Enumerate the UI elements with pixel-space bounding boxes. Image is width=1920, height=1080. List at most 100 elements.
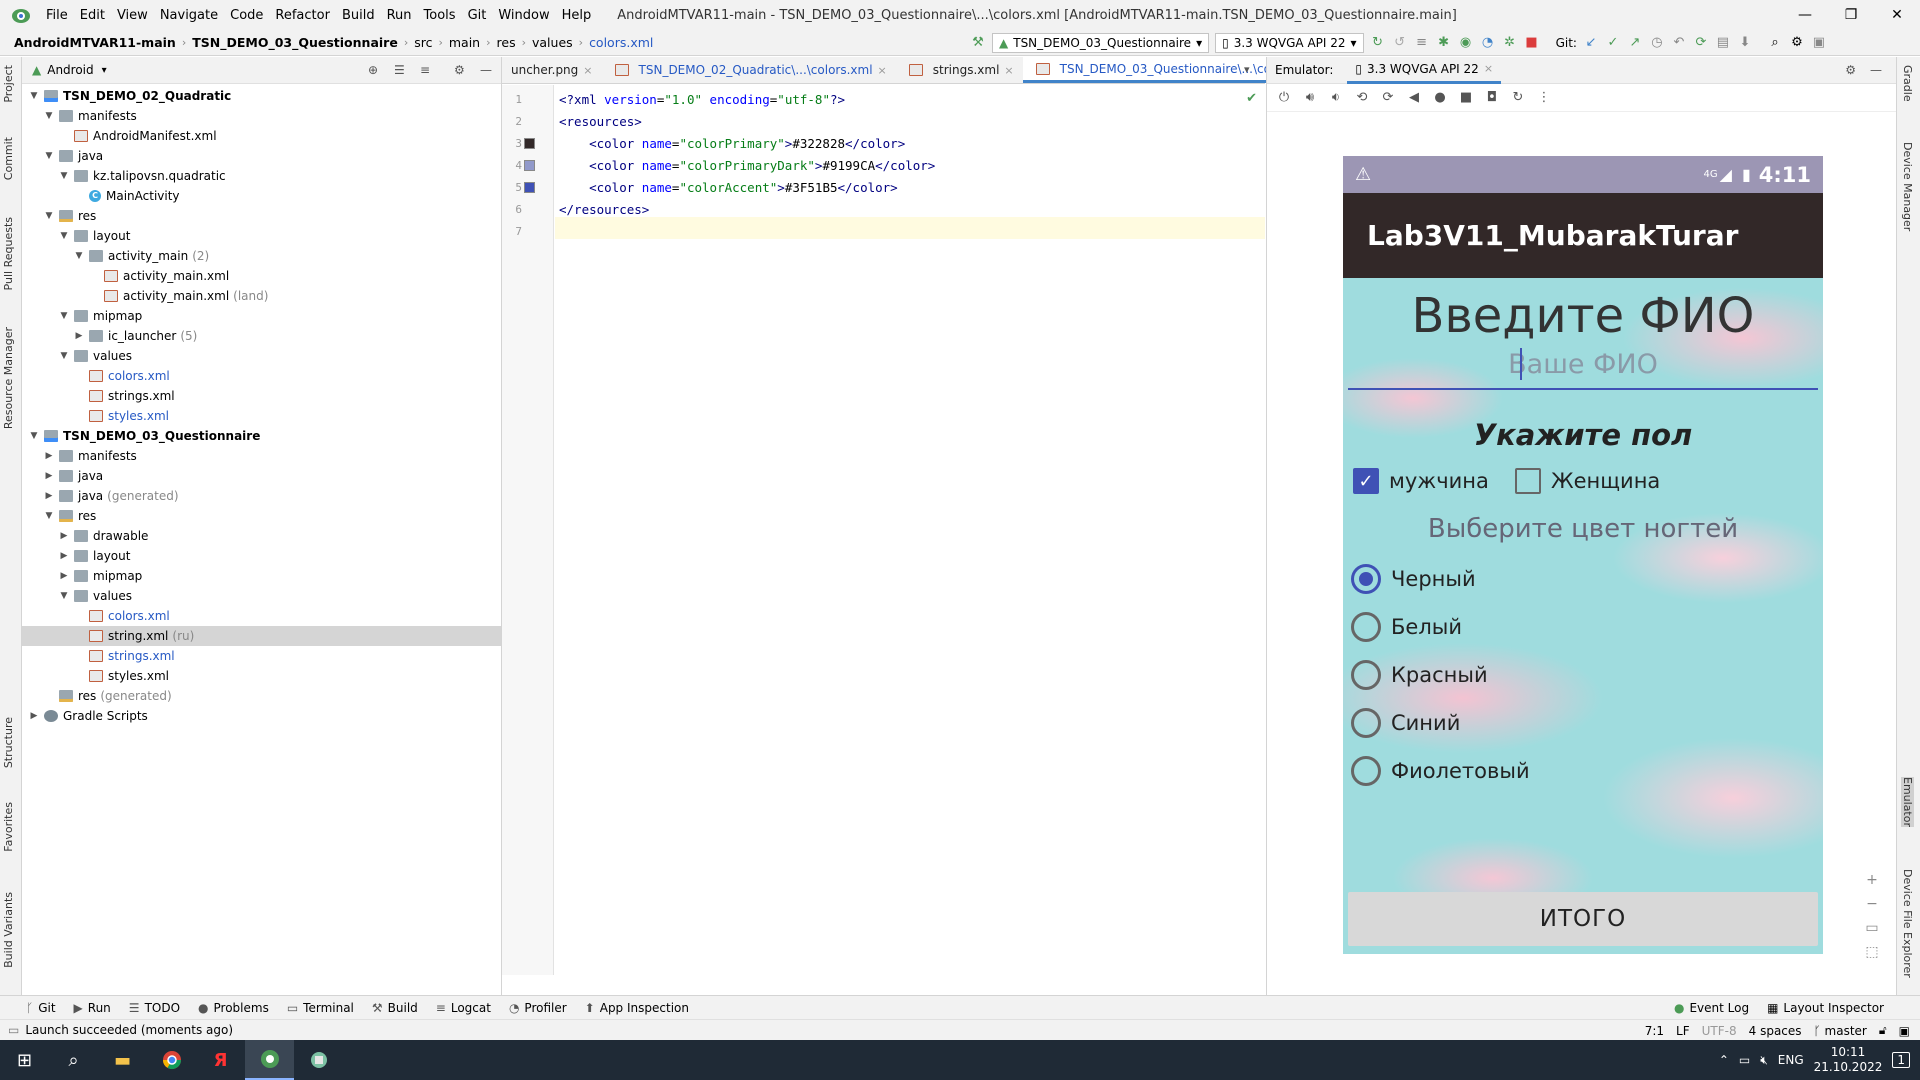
chevron-down-icon[interactable]: ▼ [43,111,55,121]
collapse-all-icon[interactable]: ≡ [420,63,430,77]
menu-view[interactable]: View [111,8,154,23]
clock[interactable]: 10:11 21.10.2022 [1814,1045,1883,1075]
close-icon[interactable]: × [583,64,592,77]
git-tool-button[interactable]: ᚴ Git [26,1001,56,1015]
rotate-left-icon[interactable]: ⟲ [1353,90,1371,105]
sync-gradle-icon[interactable]: ⟳ [1693,35,1709,51]
tree-item[interactable]: strings.xml [22,646,501,666]
tree-item[interactable]: colors.xml [22,606,501,626]
code-editor[interactable]: <?xml version="1.0" encoding="utf-8"?> <r… [555,85,1265,975]
radio-2[interactable]: Белый [1351,612,1462,642]
overview-icon[interactable]: ■ [1457,90,1475,105]
tree-item[interactable]: colors.xml [22,366,501,386]
stop-icon[interactable]: ■ [1524,35,1540,51]
tree-item[interactable]: ▶ layout [22,546,501,566]
chevron-right-icon[interactable]: ▶ [28,711,40,721]
tab-pull-requests[interactable]: Pull Requests [2,217,15,290]
coverage-icon[interactable]: ◉ [1458,35,1474,51]
debug-icon[interactable]: ✱ [1436,35,1452,51]
tree-item[interactable]: styles.xml [22,406,501,426]
menu-build[interactable]: Build [336,8,381,23]
notification-icon[interactable]: 1 [1892,1052,1910,1068]
tree-item[interactable]: ▼ values [22,346,501,366]
more-icon[interactable]: ⋮ [1535,90,1553,105]
menu-tools[interactable]: Tools [418,8,462,23]
android-studio-taskbar-icon[interactable] [245,1040,294,1080]
chevron-down-icon[interactable]: ▼ [43,511,55,521]
tree-item[interactable]: string.xml (ru) [22,626,501,646]
gear-icon[interactable]: ⚙ [1845,63,1856,77]
menu-refactor[interactable]: Refactor [269,8,336,23]
editor-tab[interactable]: TSN_DEMO_02_Quadratic\...\colors.xml × [602,57,896,83]
tab-device-manager[interactable]: Device Manager [1901,142,1914,231]
chevron-down-icon[interactable]: ▼ [58,171,70,181]
chevron-right-icon[interactable]: ▶ [58,571,70,581]
chevron-down-icon[interactable]: ▼ [28,431,40,441]
profiler-tool-button[interactable]: ◔ Profiler [509,1001,567,1015]
device-dropdown[interactable]: ▯ 3.3 WQVGA API 22 ▾ [1215,33,1364,53]
device-manager-icon[interactable]: ▤ [1715,35,1731,51]
back-icon[interactable]: ◀ [1405,90,1423,105]
breadcrumb-item[interactable]: colors.xml [585,35,657,50]
file-encoding[interactable]: UTF-8 [1702,1024,1737,1038]
home-icon[interactable]: ● [1431,90,1449,105]
close-icon[interactable]: ✕ [1874,0,1920,30]
chevron-down-icon[interactable]: ▼ [58,311,70,321]
caret-position[interactable]: 7:1 [1645,1024,1664,1038]
rotate-right-icon[interactable]: ⟳ [1379,90,1397,105]
radio-1[interactable]: Черный [1351,564,1476,594]
breadcrumb-item[interactable]: TSN_DEMO_03_Questionnaire [188,35,402,50]
memory-indicator-icon[interactable]: ▣ [1899,1024,1910,1038]
rerun-icon[interactable]: ↻ [1370,35,1386,51]
logcat-tool-button[interactable]: ≡ Logcat [436,1001,491,1015]
menu-git[interactable]: Git [462,8,493,23]
menu-window[interactable]: Window [492,8,555,23]
zoom-out-icon[interactable]: − [1859,896,1885,912]
tree-item[interactable]: styles.xml [22,666,501,686]
chevron-down-icon[interactable]: ▼ [43,151,55,161]
restore-icon[interactable]: ❐ [1828,0,1874,30]
color-swatch[interactable] [524,138,535,149]
git-branch[interactable]: ᚴ master [1814,1024,1867,1038]
tree-item[interactable]: ▶ manifests [22,446,501,466]
gear-icon[interactable]: ⚙ [454,63,465,77]
chevron-right-icon[interactable]: ▶ [73,331,85,341]
tree-item[interactable]: ▶ Gradle Scripts [22,706,501,726]
tree-item[interactable]: ▼ TSN_DEMO_02_Quadratic [22,86,501,106]
camera-icon[interactable]: ◘ [1483,90,1501,105]
attach-debugger-icon[interactable]: ✲ [1502,35,1518,51]
search-icon[interactable]: ⌕ [49,1040,98,1080]
phone-screen[interactable]: ⚠ 4G ◢ ▮ 4:11 Lab3V11_MubarakTurar Введи… [1343,156,1823,954]
menu-code[interactable]: Code [224,8,269,23]
breadcrumb-item[interactable]: main [445,35,484,50]
volume-mute-icon[interactable]: 🔇︎ [1760,1053,1768,1068]
tab-device-file-explorer[interactable]: Device File Explorer [1901,869,1914,978]
tree-item[interactable]: ▶ drawable [22,526,501,546]
tree-item[interactable]: ▼ mipmap [22,306,501,326]
apply-code-changes-icon[interactable]: ≡ [1414,35,1430,51]
actual-size-icon[interactable]: ▭ [1859,920,1885,936]
chevron-down-icon[interactable]: ▼ [28,91,40,101]
history-icon[interactable]: ◷ [1649,35,1665,51]
tree-item[interactable]: ▶ ic_launcher (5) [22,326,501,346]
breadcrumb-item[interactable]: src [410,35,436,50]
tree-item[interactable]: strings.xml [22,386,501,406]
build-tool-button[interactable]: ⚒ Build [372,1001,418,1015]
chevron-down-icon[interactable]: ▼ [43,211,55,221]
chevron-down-icon[interactable]: ▼ [58,591,70,601]
menu-edit[interactable]: Edit [74,8,111,23]
fit-screen-icon[interactable]: ⬚ [1859,944,1885,960]
checkbox-male[interactable]: ✓ мужчина [1353,468,1489,494]
windows-start-icon[interactable]: ⊞ [0,1040,49,1080]
gear-icon[interactable]: ⚙ [1789,35,1805,51]
tab-project[interactable]: Project [2,65,15,103]
tab-commit[interactable]: Commit [2,137,15,180]
radio-3[interactable]: Красный [1351,660,1488,690]
tab-build-variants[interactable]: Build Variants [2,892,15,968]
tree-item[interactable]: ▶ mipmap [22,566,501,586]
power-icon[interactable]: ⏻ [1275,90,1293,105]
chevron-right-icon[interactable]: ▶ [58,531,70,541]
chevron-right-icon[interactable]: ▶ [43,491,55,501]
tree-item[interactable]: ▼ values [22,586,501,606]
git-push-icon[interactable]: ↗ [1627,35,1643,51]
